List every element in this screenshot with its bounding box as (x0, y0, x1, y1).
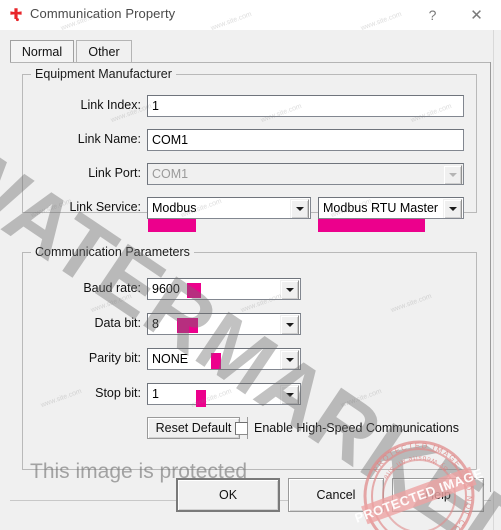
link-port-row: Link Port: COM1 (23, 163, 476, 185)
chevron-down-icon[interactable] (290, 199, 309, 218)
dialog-body: Normal Other Equipment Manufacturer Link… (0, 30, 501, 530)
enable-highspeed-label: Enable High-Speed Communications (254, 421, 459, 435)
data-bit-combo[interactable]: 8 (147, 313, 301, 335)
chevron-down-icon[interactable] (443, 199, 462, 218)
stop-bit-value: 1 (152, 387, 159, 401)
chevron-down-icon[interactable] (280, 280, 299, 299)
title-bar: Communication Property ? ✕ (0, 0, 501, 30)
close-icon[interactable]: ✕ (454, 0, 499, 30)
stop-bit-label: Stop bit: (95, 386, 141, 400)
link-index-row: Link Index: 1 (23, 95, 476, 117)
chevron-down-icon[interactable] (280, 315, 299, 334)
data-bit-value: 8 (152, 317, 159, 331)
redaction-block-parity-bit (211, 353, 221, 369)
link-name-label: Link Name: (77, 132, 141, 146)
link-protocol-combo[interactable]: Modbus RTU Master (318, 197, 464, 219)
chevron-down-icon[interactable] (280, 350, 299, 369)
redaction-block-stop-bit (196, 390, 206, 407)
ok-button[interactable]: OK (176, 478, 280, 512)
data-bit-label: Data bit: (94, 316, 141, 330)
tab-strip: Normal Other (10, 40, 490, 62)
redaction-block-link-protocol (318, 219, 425, 232)
link-service-label: Link Service: (69, 200, 141, 214)
link-service-combo[interactable]: Modbus (147, 197, 311, 219)
red-cross-icon (8, 7, 24, 23)
titlebar-help-button[interactable]: ? (410, 0, 455, 30)
stop-bit-combo[interactable]: 1 (147, 383, 301, 405)
communication-property-dialog: Communication Property ? ✕ Normal Other … (0, 0, 501, 530)
enable-highspeed-checkbox[interactable] (235, 421, 248, 435)
parity-bit-value: NONE (152, 352, 189, 366)
link-service-value: Modbus (152, 201, 197, 215)
parity-bit-row: Parity bit: NONE (23, 348, 476, 370)
parity-bit-label: Parity bit: (88, 351, 141, 365)
redaction-block-link-service (148, 219, 196, 232)
link-name-input[interactable]: COM1 (147, 129, 464, 151)
right-edge-strip (493, 30, 501, 530)
link-protocol-value: Modbus RTU Master (323, 201, 439, 215)
enable-highspeed-checkbox-wrap[interactable]: Enable High-Speed Communications (235, 419, 459, 437)
right-edge-rule (490, 62, 491, 492)
baud-rate-value: 9600 (152, 282, 180, 296)
communication-parameters-group: Communication Parameters Baud rate: 9600… (22, 245, 477, 470)
baud-rate-combo[interactable]: 9600 (147, 278, 301, 300)
link-port-combo[interactable]: COM1 (147, 163, 464, 185)
data-bit-row: Data bit: 8 (23, 313, 476, 335)
link-port-label: Link Port: (88, 166, 141, 180)
chevron-down-icon[interactable] (280, 385, 299, 404)
tab-other[interactable]: Other (76, 40, 132, 62)
reset-default-button[interactable]: Reset Default (147, 417, 240, 439)
link-name-row: Link Name: COM1 (23, 129, 476, 151)
tab-underline (10, 62, 491, 63)
redaction-block-baud-rate (187, 283, 201, 298)
parity-bit-combo[interactable]: NONE (147, 348, 301, 370)
help-button[interactable]: Help (392, 478, 484, 512)
link-port-value: COM1 (152, 167, 189, 181)
equipment-group-label: Equipment Manufacturer (31, 67, 176, 81)
baud-rate-row: Baud rate: 9600 (23, 278, 476, 300)
stop-bit-row: Stop bit: 1 (23, 383, 476, 405)
window-title: Communication Property (30, 6, 176, 21)
chevron-down-icon[interactable] (443, 165, 462, 184)
redaction-block-data-bit (177, 318, 198, 333)
link-index-label: Link Index: (80, 98, 141, 112)
tab-normal[interactable]: Normal (10, 40, 74, 62)
link-service-row: Link Service: Modbus Modbus RTU Master (23, 197, 476, 219)
cancel-button[interactable]: Cancel (288, 478, 384, 512)
communication-group-label: Communication Parameters (31, 245, 194, 259)
link-index-input[interactable]: 1 (147, 95, 464, 117)
equipment-manufacturer-group: Equipment Manufacturer Link Index: 1 Lin… (22, 67, 477, 219)
baud-rate-label: Baud rate: (83, 281, 141, 295)
